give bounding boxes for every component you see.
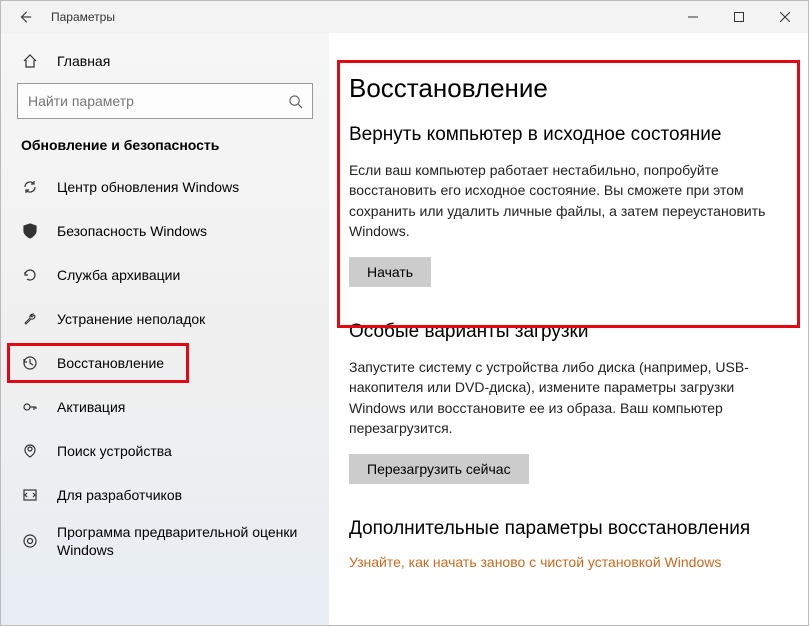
sidebar-item-label: Восстановление [57,354,164,372]
settings-window: Параметры Главная Об [0,0,809,626]
section-reset: Вернуть компьютер в исходное состояние Е… [349,124,786,287]
find-device-icon [21,443,39,459]
titlebar: Параметры [1,1,808,33]
sidebar-item-find-device[interactable]: Поиск устройства [1,429,329,473]
content-pane: Восстановление Вернуть компьютер в исход… [329,33,808,625]
sidebar-item-windows-update[interactable]: Центр обновления Windows [1,165,329,209]
sidebar-item-recovery[interactable]: Восстановление [1,341,329,385]
sidebar-item-label: Служба архивации [57,266,180,284]
section-advanced-startup: Особые варианты загрузки Запустите систе… [349,321,786,484]
developers-icon [21,487,39,503]
sidebar-item-troubleshoot[interactable]: Устранение неполадок [1,297,329,341]
section-more-options: Дополнительные параметры восстановления … [349,518,786,570]
search-box[interactable] [17,83,313,119]
sidebar-item-label: Устранение неполадок [57,310,205,328]
reset-start-button[interactable]: Начать [349,257,431,287]
maximize-button[interactable] [716,1,762,33]
sidebar-item-activation[interactable]: Активация [1,385,329,429]
section-title: Дополнительные параметры восстановления [349,518,786,540]
backup-icon [21,267,39,283]
close-button[interactable] [762,1,808,33]
sidebar-item-developers[interactable]: Для разработчиков [1,473,329,517]
section-title: Вернуть компьютер в исходное состояние [349,124,786,146]
minimize-button[interactable] [670,1,716,33]
recovery-icon [21,355,39,371]
sidebar-item-security[interactable]: Безопасность Windows [1,209,329,253]
section-title: Особые варианты загрузки [349,321,786,343]
back-button[interactable] [9,1,41,33]
shield-icon [21,223,39,239]
sidebar-section-title: Обновление и безопасность [1,137,329,165]
sidebar-item-insider[interactable]: Программа предварительной оценки Windows [1,517,329,565]
section-description: Запустите систему с устройства либо диск… [349,357,786,438]
sidebar-item-label: Активация [57,398,125,416]
key-icon [21,399,39,415]
sidebar-item-label: Для разработчиков [57,486,182,504]
fresh-start-link[interactable]: Узнайте, как начать заново с чистой уста… [349,554,721,570]
sidebar-item-label: Центр обновления Windows [57,178,239,196]
home-icon [21,53,39,69]
sidebar-home[interactable]: Главная [1,43,329,83]
sidebar-item-label: Программа предварительной оценки Windows [57,523,309,559]
restart-now-button[interactable]: Перезагрузить сейчас [349,454,529,484]
window-title: Параметры [51,10,115,24]
section-description: Если ваш компьютер работает нестабильно,… [349,160,786,241]
sidebar-item-label: Поиск устройства [57,442,172,460]
sidebar-home-label: Главная [57,53,110,69]
insider-icon [21,533,39,549]
sidebar-item-backup[interactable]: Служба архивации [1,253,329,297]
sidebar-item-label: Безопасность Windows [57,222,207,240]
wrench-icon [21,311,39,327]
sync-icon [21,179,39,195]
page-title: Восстановление [349,73,786,104]
sidebar: Главная Обновление и безопасность Центр … [1,33,329,625]
search-icon [286,94,304,109]
search-input[interactable] [26,92,286,110]
